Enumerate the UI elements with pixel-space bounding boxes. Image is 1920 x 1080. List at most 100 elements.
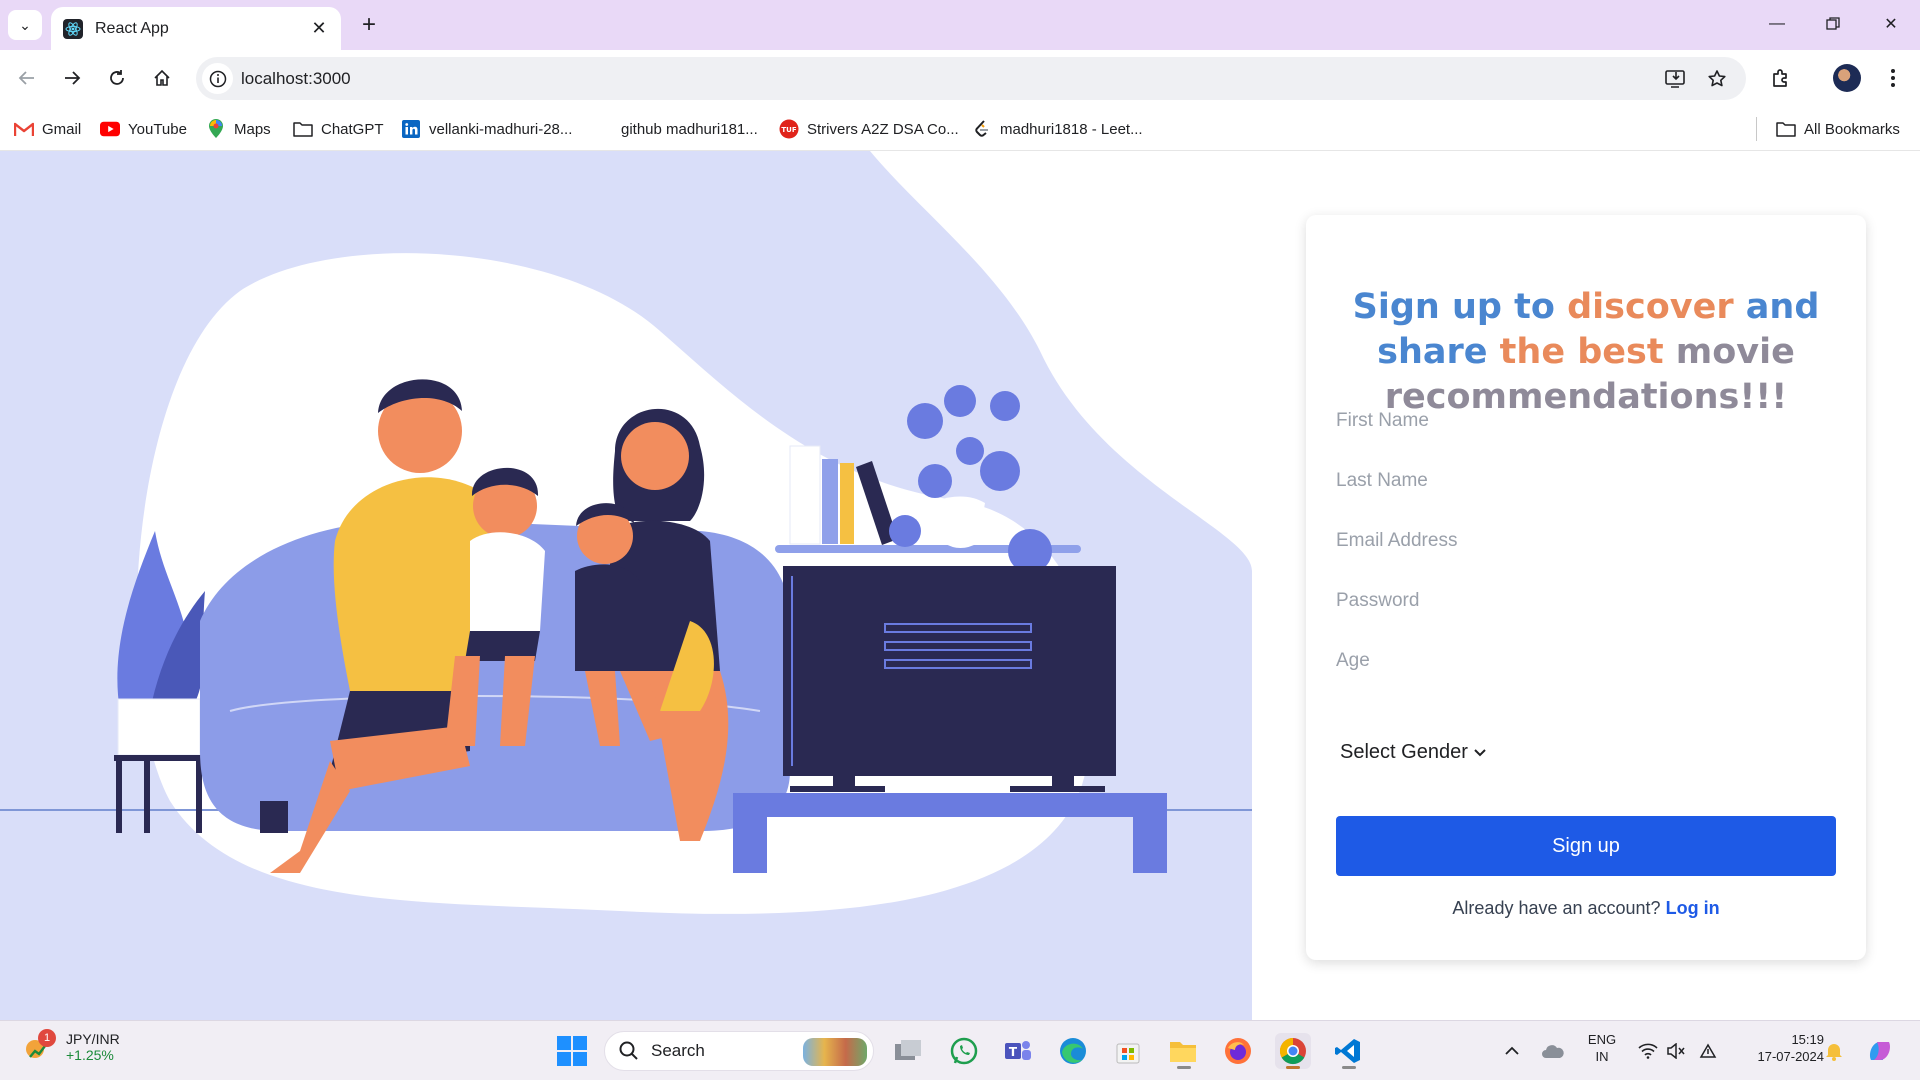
notification-badge: 1 — [38, 1029, 56, 1047]
app-active-indicator — [1286, 1066, 1300, 1069]
gender-select[interactable]: Select Gender — [1340, 741, 1486, 764]
age-input[interactable] — [1336, 641, 1836, 681]
clock-time: 15:19 — [1791, 1032, 1824, 1047]
gmail-icon — [14, 119, 34, 139]
microsoft-store-icon[interactable] — [1110, 1033, 1146, 1069]
all-bookmarks-button[interactable]: All Bookmarks — [1776, 115, 1900, 143]
bookmark-label: madhuri1818 - Leet... — [1000, 120, 1143, 138]
site-info-icon[interactable] — [202, 63, 233, 94]
stock-ticker-icon: 1 — [24, 1029, 56, 1061]
signup-heading: Sign up to discover and share the best m… — [1326, 285, 1846, 420]
search-icon — [619, 1041, 638, 1060]
restore-icon[interactable] — [1813, 8, 1853, 40]
edge-icon[interactable] — [1055, 1033, 1091, 1069]
firefox-icon[interactable] — [1220, 1033, 1256, 1069]
ticker-name: JPY/INR — [66, 1031, 120, 1047]
heading-the-best: the best — [1499, 332, 1664, 372]
language-indicator[interactable]: ENG IN — [1584, 1031, 1620, 1065]
all-bookmarks-label: All Bookmarks — [1804, 120, 1900, 138]
forward-icon[interactable] — [54, 60, 90, 96]
linkedin-icon — [401, 119, 421, 139]
bookmark-label: vellanki-madhuri-28... — [429, 120, 573, 138]
heading-discover: discover — [1567, 287, 1734, 327]
bookmark-github[interactable]: github madhuri181... — [621, 115, 758, 143]
task-view-icon[interactable] — [890, 1033, 926, 1069]
browser-toolbar: localhost:3000 — [0, 50, 1920, 107]
battery-icon[interactable] — [1690, 1033, 1726, 1069]
copilot-icon[interactable] — [1862, 1033, 1898, 1069]
install-app-icon[interactable] — [1664, 67, 1688, 91]
close-window-icon[interactable]: ✕ — [1871, 8, 1911, 40]
vscode-icon[interactable] — [1330, 1033, 1366, 1069]
last-name-input[interactable] — [1336, 461, 1836, 501]
signup-card: Sign up to discover and share the best m… — [1306, 215, 1866, 960]
bookmark-strivers[interactable]: TUF Strivers A2Z DSA Co... — [779, 115, 959, 143]
svg-text:T: T — [1009, 1045, 1018, 1059]
bookmarks-bar: Gmail YouTube Maps ChatGPT vellanki-madh… — [0, 107, 1920, 151]
chrome-icon[interactable] — [1275, 1033, 1311, 1069]
back-icon[interactable] — [9, 60, 45, 96]
login-link[interactable]: Log in — [1666, 898, 1720, 918]
address-bar[interactable]: localhost:3000 — [196, 57, 1746, 100]
bookmark-youtube[interactable]: YouTube — [100, 115, 187, 143]
chevron-down-icon: ⌄ — [19, 16, 31, 33]
youtube-icon — [100, 119, 120, 139]
clock[interactable]: 15:19 17-07-2024 — [1734, 1031, 1825, 1065]
gender-select-value: Select Gender — [1340, 741, 1468, 763]
first-name-input[interactable] — [1336, 401, 1836, 441]
file-explorer-icon[interactable] — [1165, 1033, 1201, 1069]
bookmark-gmail[interactable]: Gmail — [14, 115, 81, 143]
tab-close-icon[interactable]: ✕ — [309, 18, 329, 39]
bookmark-label: Strivers A2Z DSA Co... — [807, 120, 959, 138]
app-running-indicator — [1342, 1066, 1356, 1069]
home-icon[interactable] — [144, 60, 180, 96]
search-label: Search — [651, 1041, 705, 1060]
onedrive-cloud-icon[interactable] — [1535, 1033, 1571, 1069]
leetcode-icon — [972, 119, 992, 139]
search-highlight-image — [803, 1038, 867, 1066]
windows-taskbar: 1 JPY/INR +1.25% Search T ENG IN 15:19 1… — [0, 1020, 1920, 1080]
bookmark-star-icon[interactable] — [1705, 67, 1729, 91]
bookmark-label: Maps — [234, 120, 271, 138]
maps-icon — [206, 119, 226, 139]
minimize-icon[interactable]: — — [1757, 8, 1797, 40]
bookmark-label: github madhuri181... — [621, 120, 758, 138]
login-prompt: Already have an account? Log in — [1306, 898, 1866, 919]
more-menu-icon[interactable] — [1879, 64, 1907, 92]
react-icon — [63, 18, 83, 39]
bookmark-leetcode[interactable]: madhuri1818 - Leet... — [972, 115, 1143, 143]
heading-and: and — [1745, 287, 1820, 327]
tab-search-button[interactable]: ⌄ — [8, 10, 42, 40]
bookmark-chatgpt[interactable]: ChatGPT — [293, 115, 384, 143]
browser-tab-active[interactable]: React App ✕ — [51, 7, 341, 50]
chevron-down-icon — [1474, 748, 1486, 756]
heading-share: share — [1377, 332, 1488, 372]
email-input[interactable] — [1336, 521, 1836, 561]
taskbar-search[interactable]: Search — [604, 1031, 874, 1071]
extensions-icon[interactable] — [1767, 64, 1795, 92]
heading-movie: movie — [1675, 332, 1795, 372]
signup-button[interactable]: Sign up — [1336, 816, 1836, 876]
clock-date: 17-07-2024 — [1757, 1049, 1825, 1064]
reload-icon[interactable] — [99, 60, 135, 96]
page-content: Sign up to discover and share the best m… — [0, 151, 1920, 1020]
ticker-change: +1.25% — [66, 1047, 114, 1063]
whatsapp-icon[interactable] — [946, 1033, 982, 1069]
show-hidden-icons-chevron-up-icon[interactable] — [1494, 1033, 1530, 1069]
profile-avatar[interactable] — [1833, 64, 1861, 92]
new-tab-button[interactable]: + — [353, 9, 385, 41]
folder-icon — [1776, 119, 1796, 139]
bookmark-label: ChatGPT — [321, 120, 384, 138]
bookmark-maps[interactable]: Maps — [206, 115, 271, 143]
teams-icon[interactable]: T — [1000, 1033, 1036, 1069]
password-input[interactable] — [1336, 581, 1836, 621]
tab-title: React App — [95, 19, 169, 37]
windows-start-icon[interactable] — [556, 1035, 588, 1067]
bookmarks-separator — [1756, 117, 1757, 141]
app-running-indicator — [1177, 1066, 1191, 1069]
svg-text:TUF: TUF — [781, 126, 796, 134]
ticker-widget[interactable]: 1 JPY/INR +1.25% — [24, 1029, 120, 1063]
volume-muted-icon[interactable] — [1658, 1033, 1694, 1069]
notification-bell-icon[interactable] — [1816, 1033, 1852, 1069]
bookmark-linkedin[interactable]: vellanki-madhuri-28... — [401, 115, 572, 143]
